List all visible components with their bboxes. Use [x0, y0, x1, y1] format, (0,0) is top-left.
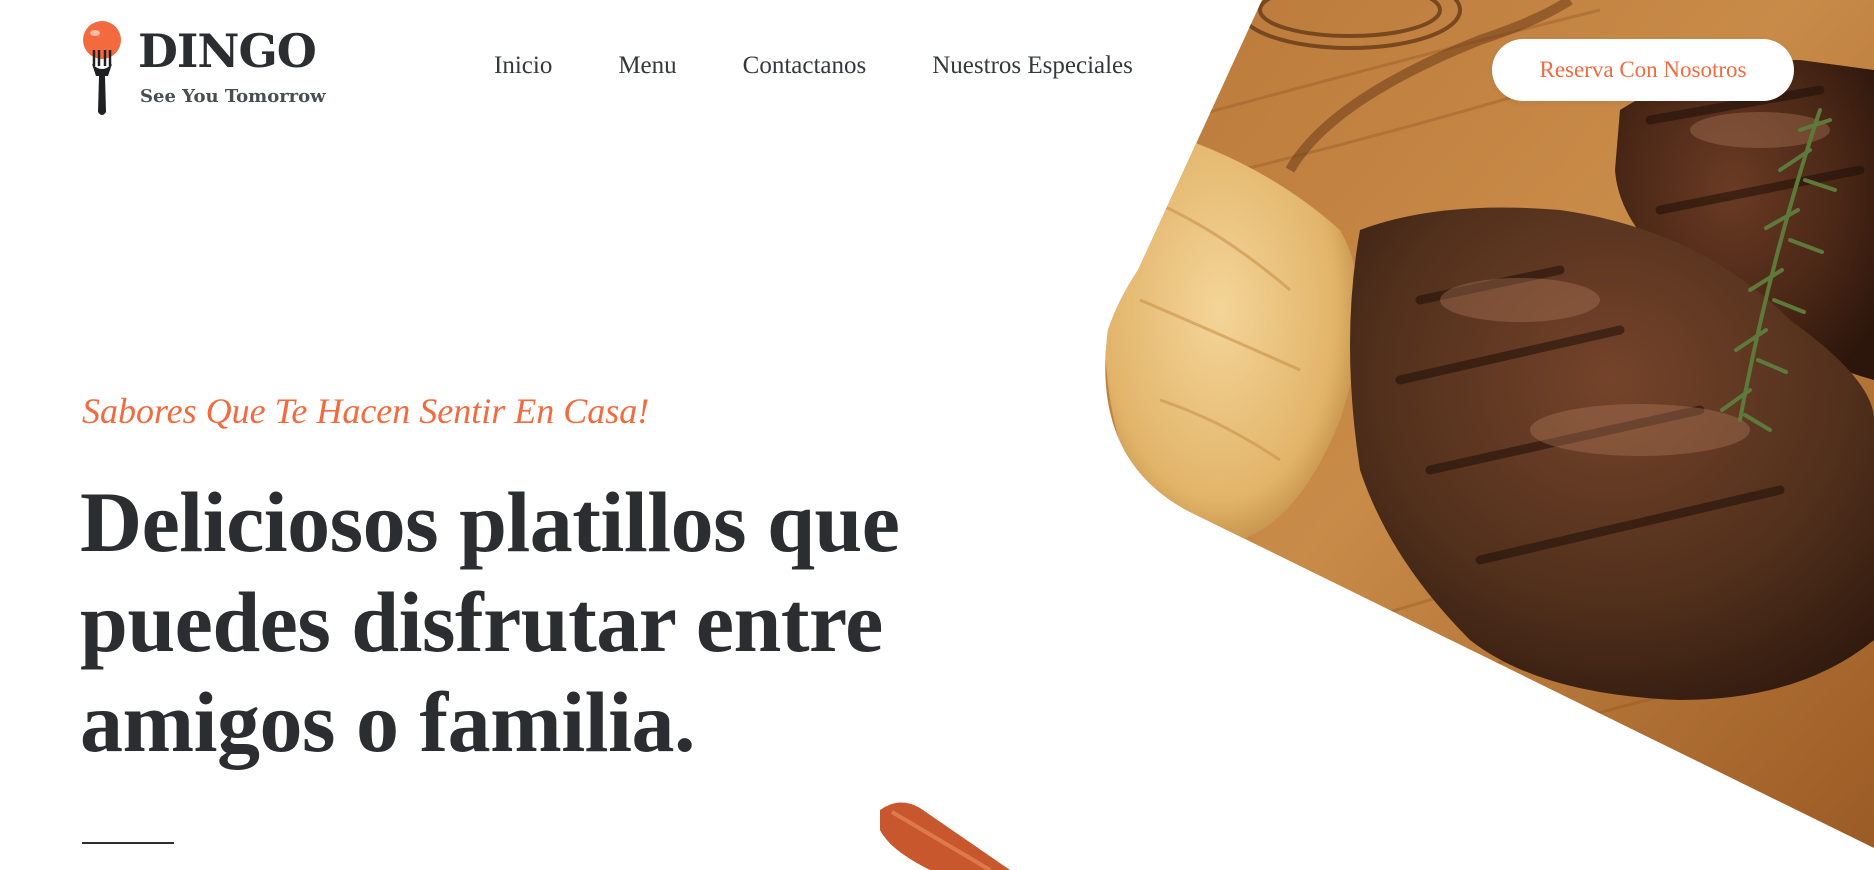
nav-item-inicio[interactable]: Inicio: [494, 52, 552, 80]
nav-item-nuestros-especiales[interactable]: Nuestros Especiales: [932, 52, 1133, 80]
nav-item-contactanos[interactable]: Contactanos: [743, 52, 867, 80]
hero-eyebrow: Sabores Que Te Hacen Sentir En Casa!: [82, 391, 650, 431]
reservation-button[interactable]: Reserva Con Nosotros: [1492, 39, 1794, 101]
brand-tagline: See You Tomorrow: [140, 86, 326, 107]
main-nav: Inicio Menu Contactanos Nuestros Especia…: [494, 52, 1133, 80]
brand-name: DINGO: [138, 24, 317, 78]
nav-item-menu[interactable]: Menu: [618, 52, 676, 80]
brand-logo[interactable]: DINGO See You Tomorrow: [80, 20, 326, 120]
hero-divider: [82, 842, 174, 844]
fork-with-tomato-icon: [83, 21, 121, 115]
hero-headline: Deliciosos platillos que puedes disfruta…: [80, 474, 900, 770]
